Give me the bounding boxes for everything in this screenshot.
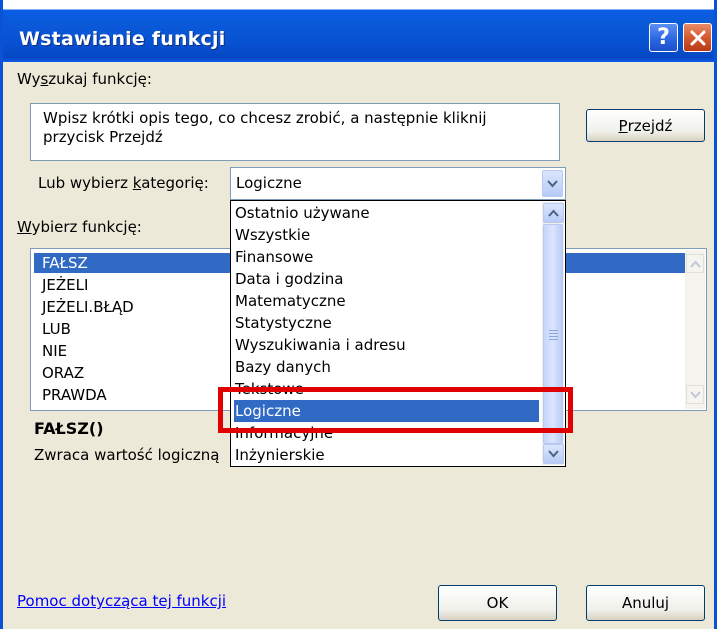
function-item-jezeli-blad[interactable]: JEŻELI.BŁĄD [42,297,134,317]
search-text-line2: przycisk Przejdź [43,128,163,146]
category-option-recent[interactable]: Ostatnio używane [235,202,370,224]
category-option-engineering[interactable]: Inżynierskie [235,444,325,466]
dropdown-scroll-down[interactable] [543,444,564,464]
search-input[interactable]: Wpisz krótki opis tego, co chcesz zrobić… [30,103,560,161]
function-label: Wybierz funkcję: [17,218,142,236]
close-icon [690,30,705,45]
dropdown-scroll-up[interactable] [543,203,564,223]
help-icon: ? [657,25,670,50]
chevron-down-icon [689,390,701,398]
function-item-lub[interactable]: LUB [42,319,71,339]
function-item-prawda[interactable]: PRAWDA [42,385,107,405]
category-select-value: Logiczne [236,174,302,192]
category-select[interactable]: Logiczne [230,167,566,200]
function-list-scrollbar[interactable] [685,250,705,409]
chevron-down-icon [547,179,558,187]
go-button[interactable]: Przejdź [586,109,705,142]
category-label: Lub wybierz kategorię: [38,174,209,192]
function-item-nie[interactable]: NIE [42,341,67,361]
help-button[interactable]: ? [649,23,678,52]
search-text-line1: Wpisz krótki opis tego, co chcesz zrobić… [43,109,487,127]
category-option-database[interactable]: Bazy danych [235,356,331,378]
function-description: Zwraca wartość logiczną [34,446,220,464]
category-option-lookup[interactable]: Wyszukiwania i adresu [235,334,406,356]
search-label: Wyszukaj funkcję: [17,70,152,88]
dialog-title: Wstawianie funkcji [19,28,226,50]
scroll-up-button[interactable] [686,254,704,273]
function-item-jezeli[interactable]: JEŻELI [42,275,88,295]
category-option-math[interactable]: Matematyczne [235,290,346,312]
category-dropdown-button[interactable] [542,170,563,197]
scroll-down-button[interactable] [686,385,704,404]
highlight-annotation-box [218,387,573,433]
chevron-up-icon [689,260,701,268]
function-item-oraz[interactable]: ORAZ [42,363,84,383]
chevron-up-icon [548,209,559,217]
function-item-falsz[interactable]: FAŁSZ [42,253,88,273]
category-option-date-time[interactable]: Data i godzina [235,268,343,290]
category-option-statistical[interactable]: Statystyczne [235,312,332,334]
ok-button[interactable]: OK [438,585,557,621]
category-option-all[interactable]: Wszystkie [235,224,310,246]
category-option-financial[interactable]: Finansowe [235,246,313,268]
close-button[interactable] [683,23,712,52]
chevron-down-icon [548,450,559,458]
function-syntax: FAŁSZ() [34,419,104,438]
help-link[interactable]: Pomoc dotycząca tej funkcji [17,592,226,610]
title-bar: Wstawianie funkcji ? [3,0,714,62]
cancel-button[interactable]: Anuluj [586,585,705,621]
insert-function-dialog: Wstawianie funkcji ? Wyszukaj funkcję: W… [0,0,717,629]
